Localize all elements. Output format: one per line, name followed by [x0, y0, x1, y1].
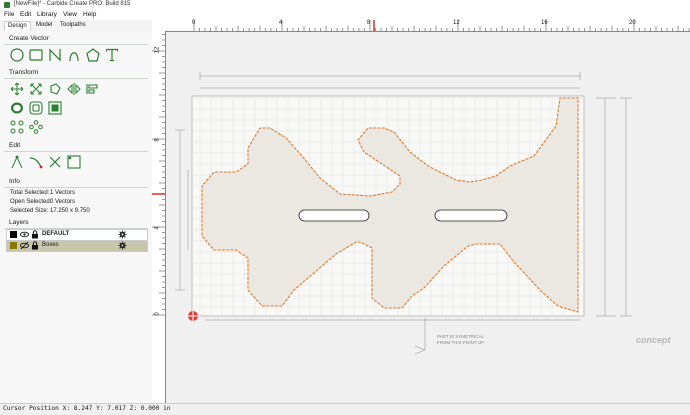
- offset-icon[interactable]: [10, 101, 24, 115]
- array-icon[interactable]: [10, 120, 24, 134]
- ruler-label: 8: [154, 138, 161, 142]
- curve-tool-icon[interactable]: [67, 48, 81, 62]
- menu-view[interactable]: View: [63, 11, 77, 18]
- mirror-icon[interactable]: [67, 82, 81, 96]
- ruler-label: 4: [154, 226, 161, 230]
- tab-toolpaths[interactable]: Toolpaths: [60, 22, 86, 28]
- trim-icon[interactable]: [48, 155, 62, 169]
- create-vector-header: Create Vector: [9, 35, 49, 42]
- move-icon[interactable]: [10, 82, 24, 96]
- slot-right[interactable]: [434, 209, 508, 222]
- watermark-logo: concept: [636, 335, 672, 345]
- edit-header: Edit: [9, 142, 21, 149]
- status-bar: Cursor Position X: 8.247 Y: 7.017 Z: 0.0…: [0, 403, 690, 415]
- menu-library[interactable]: Library: [37, 11, 57, 18]
- lock-icon[interactable]: [31, 241, 39, 252]
- outline-icon[interactable]: [29, 101, 43, 115]
- vertical-ruler: 12 8 4 0: [152, 31, 166, 403]
- rectangle-tool-icon[interactable]: [29, 48, 43, 62]
- title-bar: [NewFile]* - Carbide Create PRO: Build 8…: [0, 0, 690, 10]
- circle-tool-icon[interactable]: [10, 48, 24, 62]
- layers-header: Layers: [9, 219, 29, 226]
- gear-icon[interactable]: [118, 241, 127, 252]
- horizontal-ruler: 0 4 8 12 16 20: [170, 20, 690, 32]
- cursor-position: Cursor Position X: 8.247 Y: 7.017 Z: 0.0…: [3, 405, 171, 412]
- app-icon: [4, 2, 10, 8]
- ruler-label: 12: [453, 20, 460, 26]
- tab-model[interactable]: Model: [36, 22, 52, 28]
- polygon-tool-icon[interactable]: [86, 48, 100, 62]
- polyline-tool-icon[interactable]: [48, 48, 62, 62]
- ruler-label: 0: [192, 20, 196, 26]
- selected-size-label: Selected Size:: [10, 208, 49, 214]
- layer-row-boxes[interactable]: Boxes: [6, 240, 148, 252]
- ruler-label: 4: [279, 20, 283, 26]
- eye-hidden-icon[interactable]: [20, 241, 29, 252]
- join-icon[interactable]: [29, 155, 43, 169]
- transform-header: Transform: [9, 69, 39, 76]
- window-title: [NewFile]* - Carbide Create PRO: Build 8…: [14, 1, 131, 7]
- total-selected-value: 1 Vectors: [50, 190, 76, 196]
- ruler-label: 12: [154, 46, 161, 54]
- total-selected-label: Total Selected:: [10, 190, 50, 196]
- menu-help[interactable]: Help: [83, 11, 96, 18]
- section-divider: [4, 187, 148, 188]
- boolean-icon[interactable]: [67, 155, 81, 169]
- align-icon[interactable]: [86, 82, 100, 96]
- h-ruler-ticks: [193, 20, 690, 31]
- layer-color-swatch[interactable]: [10, 242, 17, 249]
- layer-name-default[interactable]: DEFAULT: [42, 231, 69, 237]
- slot-left[interactable]: [298, 209, 370, 222]
- v-ruler-ticks: [152, 34, 165, 316]
- info-header: Info: [9, 178, 20, 185]
- menu-edit[interactable]: Edit: [20, 11, 31, 18]
- origin-marker: [188, 311, 198, 321]
- layer-name-boxes[interactable]: Boxes: [42, 242, 59, 248]
- ruler-label: 20: [629, 20, 636, 26]
- drawing-note-line1: PART IS SYMETRICAL: [437, 334, 485, 339]
- ruler-label: 8: [367, 20, 371, 26]
- open-selected-value: 0 Vectors: [50, 199, 76, 205]
- ruler-label: 0: [154, 312, 161, 316]
- text-tool-icon[interactable]: [105, 48, 119, 62]
- left-panel: Create Vector Transform Edit Info Total …: [0, 31, 152, 403]
- menu-bar: File Edit Library View Help: [0, 10, 690, 20]
- selected-size-value: 17.250 x 9.750: [50, 208, 90, 214]
- layer-color-swatch[interactable]: [10, 231, 17, 238]
- scale-icon[interactable]: [29, 82, 43, 96]
- drawing-note-line2: FROM THIS POINT UP: [437, 340, 484, 345]
- drawing-svg: PART IS SYMETRICAL FROM THIS POINT UP co…: [175, 72, 672, 355]
- open-selected-label: Open Selected:: [10, 199, 52, 205]
- fillet-icon[interactable]: [48, 101, 62, 115]
- ruler-label: 16: [541, 20, 548, 26]
- menu-file[interactable]: File: [4, 11, 14, 18]
- section-divider: [4, 44, 148, 45]
- node-edit-icon[interactable]: [10, 155, 24, 169]
- section-divider: [4, 151, 148, 152]
- rotate-icon[interactable]: [48, 82, 62, 96]
- circular-array-icon[interactable]: [29, 120, 43, 134]
- section-divider: [4, 78, 148, 79]
